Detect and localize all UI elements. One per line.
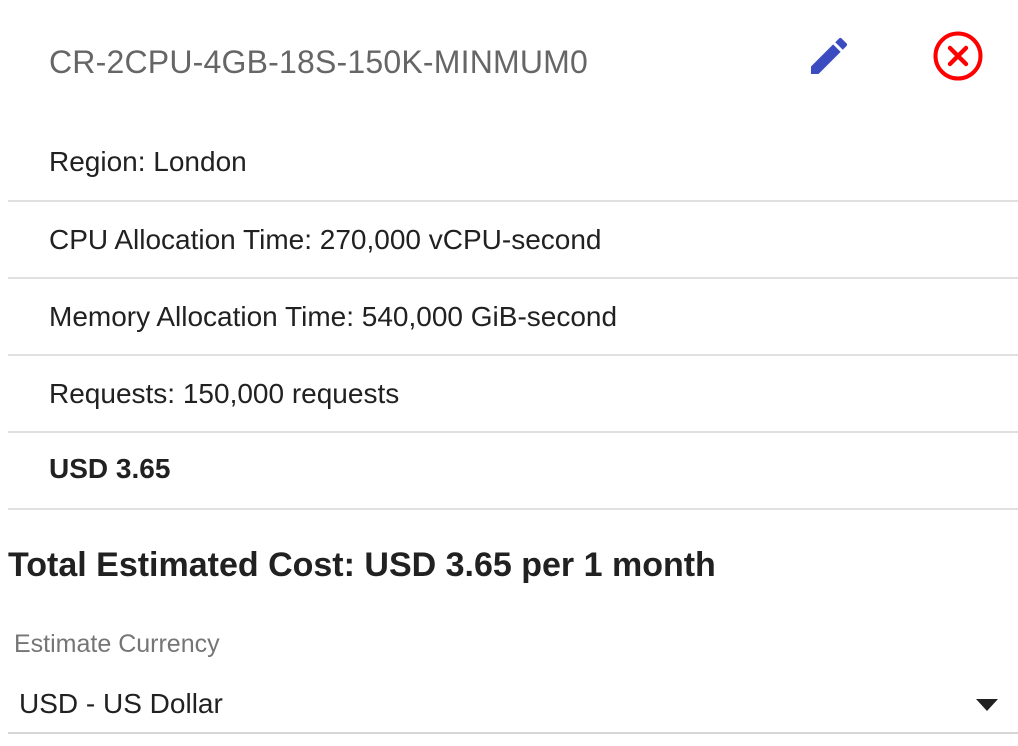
detail-row-cpu: CPU Allocation Time: 270,000 vCPU-second xyxy=(8,202,1018,279)
triangle-down-icon xyxy=(976,699,998,711)
pencil-icon xyxy=(811,37,848,74)
cpu-allocation-text: CPU Allocation Time: 270,000 vCPU-second xyxy=(49,224,602,255)
estimate-item-card: CR-2CPU-4GB-18S-150K-MINMUM0 Region: Lon… xyxy=(0,0,1018,510)
edit-button[interactable] xyxy=(799,28,859,84)
detail-row-memory: Memory Allocation Time: 540,000 GiB-seco… xyxy=(8,279,1018,356)
estimate-item-title: CR-2CPU-4GB-18S-150K-MINMUM0 xyxy=(49,44,589,80)
estimate-page: CR-2CPU-4GB-18S-150K-MINMUM0 Region: Lon… xyxy=(0,0,1018,746)
estimate-details-list: Region: London CPU Allocation Time: 270,… xyxy=(8,124,1018,510)
currency-selected-value: USD - US Dollar xyxy=(19,688,223,719)
region-text: Region: London xyxy=(49,146,247,177)
detail-row-cost: USD 3.65 xyxy=(8,433,1018,510)
total-estimated-cost: Total Estimated Cost: USD 3.65 per 1 mon… xyxy=(8,546,716,584)
requests-text: Requests: 150,000 requests xyxy=(49,378,400,409)
close-circle-icon xyxy=(933,31,983,81)
detail-row-requests: Requests: 150,000 requests xyxy=(8,356,1018,433)
estimate-item-header: CR-2CPU-4GB-18S-150K-MINMUM0 xyxy=(0,0,1018,124)
item-cost-text: USD 3.65 xyxy=(49,453,171,484)
estimate-currency-label: Estimate Currency xyxy=(14,630,220,658)
detail-row-region: Region: London xyxy=(8,124,1018,202)
currency-select[interactable]: USD - US Dollar xyxy=(8,676,1018,734)
memory-allocation-text: Memory Allocation Time: 540,000 GiB-seco… xyxy=(49,301,618,332)
remove-item-button[interactable] xyxy=(929,27,987,85)
